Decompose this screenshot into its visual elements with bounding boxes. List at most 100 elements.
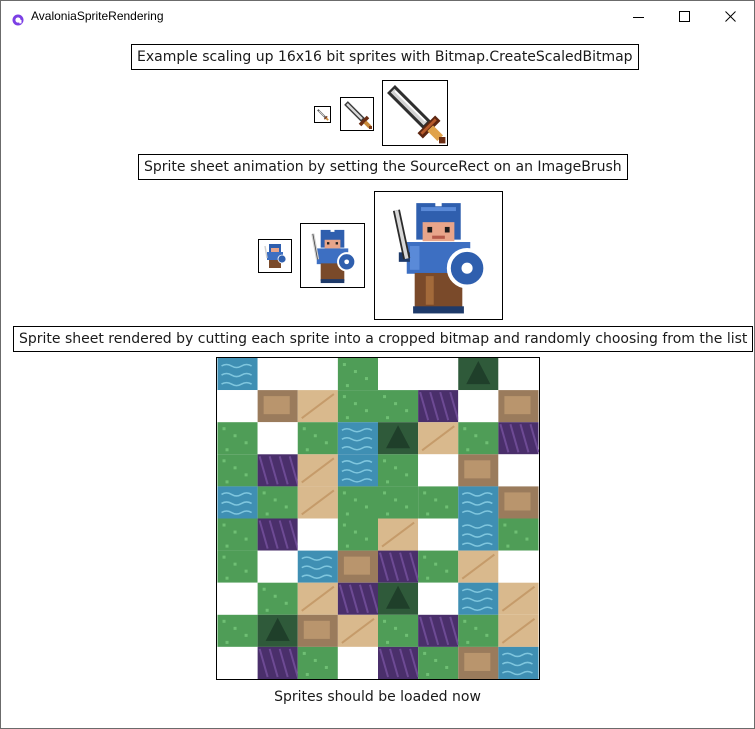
knight-icon [311, 227, 357, 284]
rock-detail [464, 652, 491, 671]
tile [257, 486, 298, 519]
grass-detail [503, 523, 507, 527]
grass-detail [305, 672, 309, 676]
grass-detail [345, 384, 349, 388]
grass-detail [386, 480, 390, 484]
close-icon [725, 11, 736, 22]
tile [378, 614, 419, 647]
tile [378, 486, 419, 519]
tile [458, 614, 499, 647]
tile [337, 646, 378, 679]
grass-detail [342, 395, 346, 399]
grass-detail [405, 633, 409, 637]
grass-detail [222, 427, 226, 431]
knight-sprite-small [258, 239, 292, 273]
grass-detail [313, 434, 317, 438]
grass-detail [233, 626, 237, 630]
tile [257, 358, 298, 391]
grass-detail [222, 555, 226, 559]
grass-detail [426, 576, 430, 580]
grass-detail [405, 505, 409, 509]
grass-detail [262, 587, 266, 591]
tile [458, 422, 499, 455]
grass-detail [225, 544, 229, 548]
rock-detail [263, 396, 290, 415]
tile [378, 454, 419, 487]
grass-detail [386, 640, 390, 644]
maximize-button[interactable] [662, 1, 708, 32]
grass-detail [394, 498, 398, 502]
grass-detail [506, 544, 510, 548]
grass-detail [273, 594, 277, 598]
grass-detail [364, 537, 368, 541]
window-title: AvaloniaSpriteRendering [31, 9, 164, 23]
grass-detail [485, 633, 489, 637]
sword-sprite-small [314, 106, 331, 123]
grass-detail [445, 505, 449, 509]
grass-detail [423, 555, 427, 559]
title-bar[interactable]: AvaloniaSpriteRendering [1, 1, 754, 32]
tile-map-canvas [217, 358, 539, 679]
grass-detail [514, 530, 518, 534]
close-button[interactable] [708, 1, 754, 32]
status-text: Sprites should be loaded now [274, 689, 481, 705]
tile [257, 422, 298, 455]
grass-detail [225, 576, 229, 580]
tile [498, 454, 539, 487]
grass-detail [342, 491, 346, 495]
grass-detail [386, 416, 390, 420]
tile [498, 550, 539, 583]
tile [498, 358, 539, 391]
grass-detail [313, 658, 317, 662]
grass-detail [265, 608, 269, 612]
grass-detail [383, 491, 387, 495]
tile [498, 518, 539, 551]
scaled-bitmap-label: Example scaling up 16x16 bit sprites wit… [131, 44, 639, 70]
tile [378, 358, 419, 391]
grass-detail [364, 409, 368, 413]
knight-sprite-medium [300, 223, 365, 288]
tile [418, 454, 459, 487]
tile [458, 390, 499, 423]
tile [257, 582, 298, 615]
grass-detail [345, 416, 349, 420]
grass-detail [222, 459, 226, 463]
grass-detail [353, 402, 357, 406]
rock-detail [303, 620, 330, 639]
grass-detail [244, 441, 248, 445]
grass-detail [466, 448, 470, 452]
tile [418, 582, 459, 615]
main-content: Example scaling up 16x16 bit sprites wit… [1, 32, 754, 727]
grass-detail [466, 640, 470, 644]
grass-detail [423, 491, 427, 495]
grass-detail [353, 530, 357, 534]
knight-icon [264, 244, 287, 268]
grass-detail [463, 619, 467, 623]
grass-detail [345, 512, 349, 516]
grass-detail [222, 523, 226, 527]
tile [418, 358, 459, 391]
tile [337, 518, 378, 551]
minimize-button[interactable] [616, 1, 662, 32]
tile [217, 390, 258, 423]
tile [297, 518, 338, 551]
tile [418, 646, 459, 679]
grass-detail [324, 441, 328, 445]
grass-detail [525, 537, 529, 541]
tile [337, 390, 378, 423]
grass-detail [302, 427, 306, 431]
grass-detail [233, 530, 237, 534]
sprite-animation-label: Sprite sheet animation by setting the So… [138, 154, 628, 180]
grass-detail [394, 626, 398, 630]
grass-detail [405, 473, 409, 477]
tile [217, 646, 258, 679]
grass-detail [244, 473, 248, 477]
grass-detail [383, 459, 387, 463]
grass-detail [305, 448, 309, 452]
grass-detail [434, 658, 438, 662]
tile [217, 518, 258, 551]
rock-detail [464, 460, 491, 479]
cropped-bitmap-label: Sprite sheet rendered by cutting each sp… [13, 326, 754, 352]
grass-detail [364, 505, 368, 509]
grass-detail [273, 498, 277, 502]
